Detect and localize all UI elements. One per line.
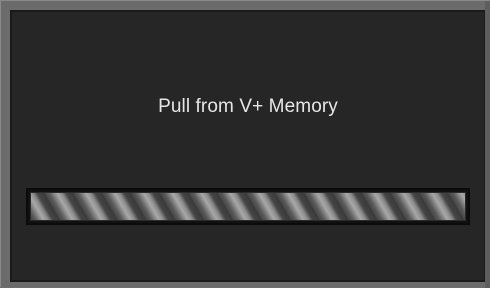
progress-bar-fill bbox=[30, 192, 466, 221]
progress-dialog: Pull from V+ Memory bbox=[0, 0, 490, 288]
window-edge bbox=[485, 1, 490, 288]
progress-bar bbox=[26, 188, 470, 225]
dialog-body: Pull from V+ Memory bbox=[10, 10, 486, 282]
status-message: Pull from V+ Memory bbox=[158, 96, 338, 117]
